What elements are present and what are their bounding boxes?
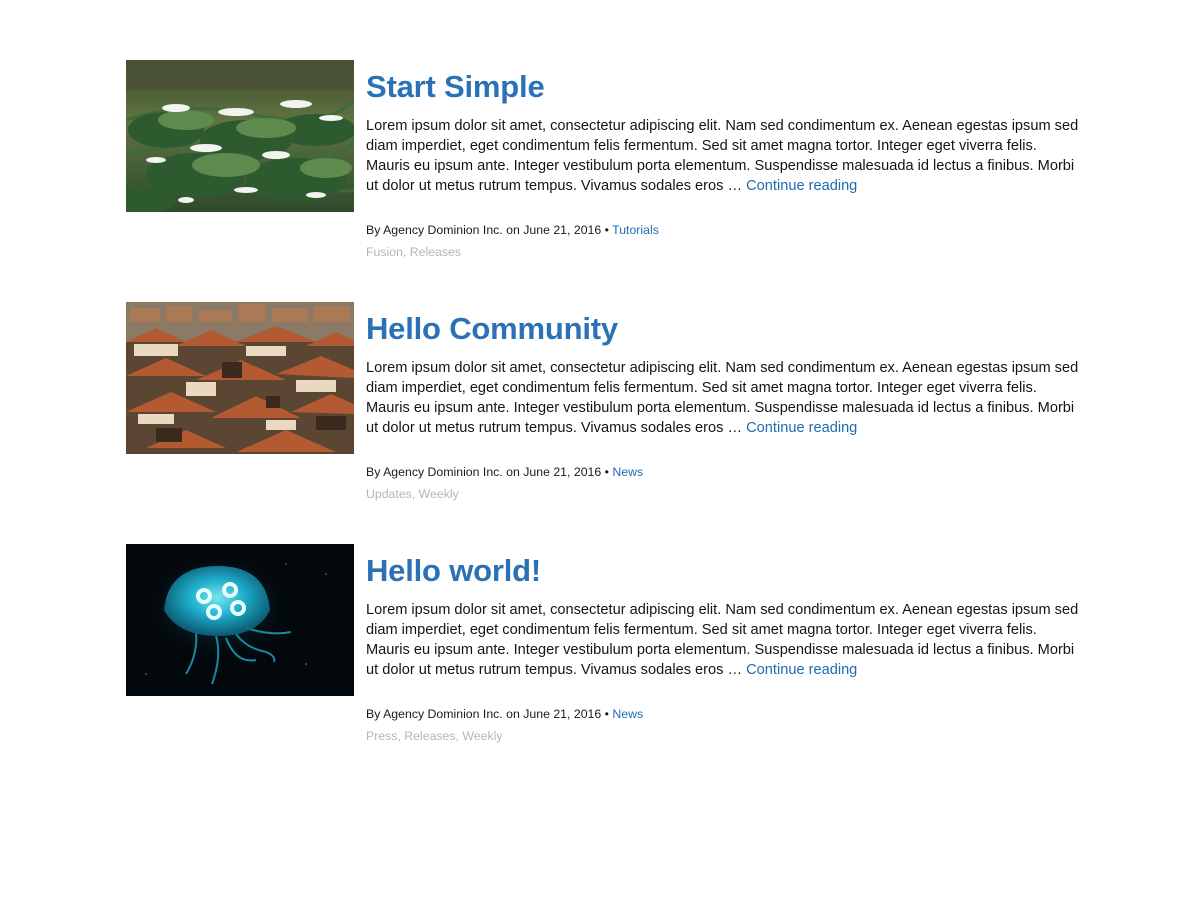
- tag-link[interactable]: Releases: [410, 245, 461, 259]
- post-category-link[interactable]: News: [612, 707, 643, 721]
- post-author: Agency Dominion Inc.: [383, 223, 503, 237]
- post-excerpt: Lorem ipsum dolor sit amet, consectetur …: [366, 600, 1082, 680]
- post-date: June 21, 2016: [523, 707, 602, 721]
- byline-prefix: By: [366, 707, 381, 721]
- tag-link[interactable]: Fusion: [366, 245, 403, 259]
- post-category-link[interactable]: News: [612, 465, 643, 479]
- post-author: Agency Dominion Inc.: [383, 707, 503, 721]
- post-title: Start Simple: [366, 68, 1086, 106]
- post-content: Hello world! Lorem ipsum dolor sit amet,…: [366, 544, 1086, 744]
- post-excerpt: Lorem ipsum dolor sit amet, consectetur …: [366, 116, 1082, 196]
- post-tags: Updates, Weekly: [366, 487, 459, 501]
- pine-branches-snow-image: [126, 60, 354, 212]
- continue-reading-link[interactable]: Continue reading: [746, 420, 857, 436]
- tag-link[interactable]: Updates: [366, 487, 412, 501]
- post-thumbnail-link[interactable]: [126, 302, 354, 454]
- date-prefix: on: [506, 223, 520, 237]
- post-title-link[interactable]: Hello Community: [366, 311, 618, 346]
- tag-link[interactable]: Releases: [404, 729, 455, 743]
- post-content: Hello Community Lorem ipsum dolor sit am…: [366, 302, 1086, 502]
- meta-separator: •: [604, 223, 609, 237]
- city-rooftops-image: [126, 302, 354, 454]
- post-tags: Fusion, Releases: [366, 245, 462, 259]
- post-item: Start Simple Lorem ipsum dolor sit amet,…: [126, 60, 1086, 270]
- meta-separator: •: [604, 707, 609, 721]
- continue-reading-link[interactable]: Continue reading: [746, 178, 857, 194]
- post-item: Hello world! Lorem ipsum dolor sit amet,…: [126, 544, 1086, 754]
- byline-prefix: By: [366, 465, 381, 479]
- post-author: Agency Dominion Inc.: [383, 465, 503, 479]
- post-tags: Press, Releases, Weekly: [366, 729, 503, 743]
- post-date: June 21, 2016: [523, 465, 602, 479]
- post-excerpt: Lorem ipsum dolor sit amet, consectetur …: [366, 358, 1082, 438]
- post-date: June 21, 2016: [523, 223, 602, 237]
- post-list: Start Simple Lorem ipsum dolor sit amet,…: [0, 0, 1200, 900]
- post-content: Start Simple Lorem ipsum dolor sit amet,…: [366, 60, 1086, 260]
- date-prefix: on: [506, 465, 520, 479]
- post-thumbnail-link[interactable]: [126, 544, 354, 696]
- post-item: Hello Community Lorem ipsum dolor sit am…: [126, 302, 1086, 512]
- excerpt-text: Lorem ipsum dolor sit amet, consectetur …: [366, 118, 1079, 194]
- excerpt-text: Lorem ipsum dolor sit amet, consectetur …: [366, 360, 1079, 436]
- tag-link[interactable]: Press: [366, 729, 397, 743]
- post-meta: By Agency Dominion Inc. on June 21, 2016…: [366, 464, 1086, 480]
- meta-separator: •: [604, 465, 609, 479]
- post-title: Hello Community: [366, 310, 1086, 348]
- post-thumbnail-link[interactable]: [126, 60, 354, 212]
- post-title-link[interactable]: Start Simple: [366, 69, 545, 104]
- post-meta: By Agency Dominion Inc. on June 21, 2016…: [366, 706, 1086, 722]
- date-prefix: on: [506, 707, 520, 721]
- byline-prefix: By: [366, 223, 381, 237]
- post-title: Hello world!: [366, 552, 1086, 590]
- jellyfish-image: [126, 544, 354, 696]
- tag-link[interactable]: Weekly: [419, 487, 459, 501]
- excerpt-text: Lorem ipsum dolor sit amet, consectetur …: [366, 602, 1079, 678]
- post-meta: By Agency Dominion Inc. on June 21, 2016…: [366, 222, 1086, 238]
- post-category-link[interactable]: Tutorials: [612, 223, 659, 237]
- continue-reading-link[interactable]: Continue reading: [746, 662, 857, 678]
- post-title-link[interactable]: Hello world!: [366, 553, 541, 588]
- tag-link[interactable]: Weekly: [462, 729, 502, 743]
